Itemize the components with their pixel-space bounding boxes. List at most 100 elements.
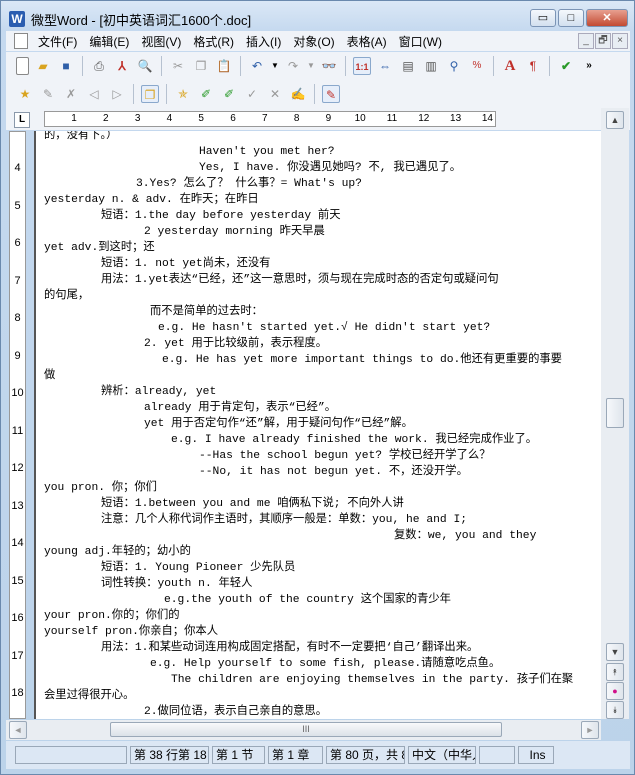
scroll-left-button[interactable]: ◄: [9, 721, 27, 739]
ruler-number: 12: [11, 462, 24, 474]
next-bookmark-icon[interactable]: ▷: [108, 85, 126, 103]
document-line: 短语：1.the day before yesterday 前天: [101, 210, 341, 222]
document-line: --Has the school begun yet? 学校已经开学了么？: [199, 450, 491, 462]
status-insert-mode[interactable]: Ins: [518, 746, 554, 764]
zoom-icon[interactable]: ⚲: [445, 57, 463, 75]
menu-file[interactable]: 文件(F): [32, 33, 83, 50]
delete-bookmark-icon[interactable]: ✗: [62, 85, 80, 103]
ruler-number: 4: [166, 113, 173, 124]
new-bookmark-icon[interactable]: ★: [16, 85, 34, 103]
scroll-down-button[interactable]: ▼: [606, 643, 624, 661]
print-icon[interactable]: ⎙: [90, 57, 108, 75]
document-line: 做: [44, 370, 56, 382]
single-page-icon[interactable]: ▤: [399, 57, 417, 75]
menu-insert[interactable]: 插入(I): [240, 33, 287, 50]
document-page[interactable]: 的，没有下。） Haven't you met her? Yes, I have. …: [34, 131, 601, 719]
doc-minimize-button[interactable]: _: [578, 33, 594, 49]
pdf-icon[interactable]: ⅄: [113, 57, 131, 75]
revision-icon[interactable]: ✎: [322, 85, 340, 103]
previous-page-button[interactable]: ⯭: [606, 663, 624, 681]
ruler-bar: L 1 2 3 4 5 6 7 8 9 10 11 12 13 14: [6, 108, 630, 130]
clear-marks-icon[interactable]: ✕: [266, 85, 284, 103]
paste-icon[interactable]: 📋: [215, 57, 233, 75]
menu-bar: 文件(F) 编辑(E) 视图(V) 格式(R) 插入(I) 对象(O) 表格(A…: [6, 31, 630, 51]
document-icon[interactable]: [14, 33, 28, 49]
open-folder-icon[interactable]: ▰: [34, 57, 52, 75]
save-icon[interactable]: ■: [57, 57, 75, 75]
font-icon[interactable]: A: [501, 57, 519, 75]
status-bar: 第 38 行第 18 第 1 节 第 1 章 第 80 页，共 80 中文（中华…: [6, 741, 630, 769]
tab-selector[interactable]: L: [14, 112, 30, 128]
actual-size-icon[interactable]: 1:1: [353, 57, 371, 75]
browse-object-button[interactable]: ●: [606, 682, 624, 700]
ruler-number: 16: [11, 612, 24, 624]
scroll-right-button[interactable]: ►: [581, 721, 599, 739]
more-tools-icon[interactable]: »: [580, 57, 598, 75]
scroll-up-button[interactable]: ▲: [606, 111, 624, 129]
document-line: 会里过得很开心。: [44, 690, 135, 702]
document-line: --No, it has not begun yet. 不，还没开学。: [199, 466, 468, 478]
document-line: Haven't you met her?: [199, 146, 335, 158]
find-binoculars-icon[interactable]: 👓: [320, 57, 338, 75]
copy-icon[interactable]: ❐: [192, 57, 210, 75]
document-line: you pron. 你；你们: [44, 482, 157, 494]
document-line: 短语：1.between you and me 咱俩私下说; 不向外人讲: [101, 498, 404, 510]
page-width-icon[interactable]: ⇔: [376, 57, 394, 75]
next-mark-icon[interactable]: ✐: [220, 85, 238, 103]
bookmarks-icon[interactable]: ❐: [141, 85, 159, 103]
ruler-number: 11: [386, 113, 398, 124]
check-mark-icon[interactable]: ✓: [243, 85, 261, 103]
ruler-number: 8: [14, 312, 21, 324]
vertical-scroll-thumb[interactable]: [606, 398, 624, 428]
horizontal-ruler[interactable]: 1 2 3 4 5 6 7 8 9 10 11 12 13 14: [44, 111, 496, 127]
status-chapter: 第 1 章: [268, 746, 323, 764]
undo-dropdown-icon[interactable]: ▼: [271, 57, 279, 75]
next-page-button[interactable]: ⯯: [606, 701, 624, 719]
new-document-icon[interactable]: [16, 57, 29, 75]
ruler-number: 6: [230, 113, 236, 124]
doc-restore-button[interactable]: 🗗: [595, 33, 611, 49]
vertical-scrollbar[interactable]: ▲ ▼ ⯭ ● ⯯: [601, 108, 629, 719]
status-section: 第 1 节: [212, 746, 265, 764]
maximize-button[interactable]: □: [558, 9, 584, 27]
close-button[interactable]: ✕: [586, 9, 628, 27]
zoom-percent-icon[interactable]: %: [468, 57, 486, 75]
horizontal-scrollbar[interactable]: ◄ III ►: [6, 720, 601, 740]
menu-edit[interactable]: 编辑(E): [83, 33, 135, 50]
document-line: yesterday n. & adv. 在昨天；在昨日: [44, 194, 259, 206]
ruler-number: 4: [14, 162, 21, 174]
ruler-number: 9: [14, 349, 21, 362]
menu-window[interactable]: 窗口(W): [393, 33, 448, 50]
add-mark-icon[interactable]: ✯: [174, 85, 192, 103]
print-preview-icon[interactable]: 🔍: [136, 57, 154, 75]
ruler-number: 6: [14, 237, 21, 249]
horizontal-scroll-thumb[interactable]: III: [110, 722, 502, 737]
document-line: yourself pron.你亲自；你本人: [44, 626, 218, 638]
document-line: e.g. He hasn't started yet.√ He didn't s…: [158, 322, 491, 334]
edit-bookmark-icon[interactable]: ✎: [39, 85, 57, 103]
redo-icon[interactable]: ↷: [284, 57, 302, 75]
menu-format[interactable]: 格式(R): [187, 33, 240, 50]
ruler-number: 15: [11, 574, 24, 587]
minimize-button[interactable]: ▭: [530, 9, 556, 27]
undo-icon[interactable]: ↶: [248, 57, 266, 75]
ruler-number: 10: [354, 113, 366, 124]
redo-dropdown-icon[interactable]: ▼: [307, 57, 315, 75]
spell-check-icon[interactable]: ✔: [557, 57, 575, 75]
ruler-number: 10: [11, 387, 24, 399]
ruler-number: 11: [11, 424, 24, 437]
menu-object[interactable]: 对象(O): [287, 33, 340, 50]
document-line: 词性转换：youth n. 年轻人: [101, 578, 253, 590]
cut-icon[interactable]: ✂: [169, 57, 187, 75]
ruler-number: 7: [14, 274, 21, 287]
menu-table[interactable]: 表格(A): [341, 33, 393, 50]
document-line: yet adv.到这时；还: [44, 242, 155, 254]
menu-view[interactable]: 视图(V): [135, 33, 187, 50]
prev-mark-icon[interactable]: ✐: [197, 85, 215, 103]
notes-icon[interactable]: ✍: [289, 85, 307, 103]
document-line: e.g. I have already finished the work. 我…: [171, 434, 538, 446]
paragraph-icon[interactable]: ¶: [524, 57, 542, 75]
doc-close-button[interactable]: ×: [612, 33, 628, 49]
two-pages-icon[interactable]: ▥: [422, 57, 440, 75]
prev-bookmark-icon[interactable]: ◁: [85, 85, 103, 103]
